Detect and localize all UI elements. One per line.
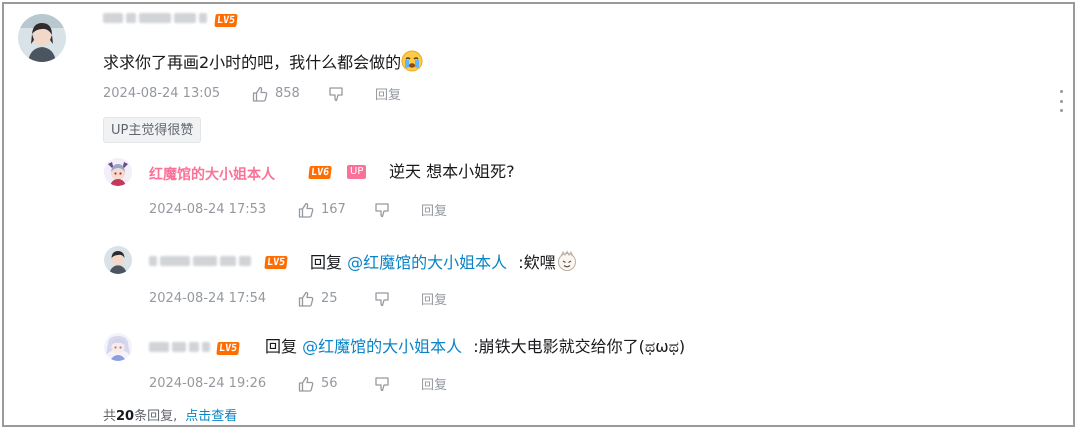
thumbs-down-icon bbox=[375, 291, 389, 306]
thumbs-down-icon bbox=[375, 202, 389, 217]
user-avatar-icon bbox=[104, 246, 132, 274]
mention-link[interactable]: @红魔馆的大小姐本人 bbox=[302, 337, 462, 356]
reply-date: 2024-08-24 17:54 bbox=[149, 291, 267, 306]
reply-text: :欸嘿 bbox=[518, 253, 556, 272]
level-badge: LV5 bbox=[216, 342, 240, 355]
up-avatar-icon bbox=[104, 158, 132, 186]
user-avatar-icon bbox=[104, 333, 132, 361]
thumbs-down-icon bbox=[375, 376, 389, 391]
reply-count-suffix: 条回复, bbox=[134, 409, 178, 424]
like-count: 167 bbox=[321, 202, 346, 217]
reply-content: 回复 @红魔馆的大小姐本人 :崩铁大电影就交给你了(ಥωಥ) bbox=[265, 336, 685, 358]
up-liked-tag: UP主觉得很赞 bbox=[103, 117, 202, 143]
reply-button[interactable]: 回复 bbox=[421, 374, 447, 393]
dislike-button[interactable] bbox=[373, 290, 421, 308]
like-count: 25 bbox=[321, 291, 338, 306]
like-button[interactable]: 56 bbox=[297, 375, 373, 393]
avatar[interactable] bbox=[104, 158, 132, 186]
reply-count: 20 bbox=[116, 409, 135, 424]
level-badge: LV6 bbox=[308, 166, 332, 179]
reply-date: 2024-08-24 17:53 bbox=[149, 202, 267, 217]
reply-text: :崩铁大电影就交给你了(ಥωಥ) bbox=[473, 337, 686, 356]
level-badge: LV5 bbox=[264, 256, 288, 269]
username-blurred[interactable] bbox=[149, 342, 210, 352]
comment-thread: LV5 求求你了再画2小时的吧，我什么都会做的 2024-08-24 13:05… bbox=[2, 2, 1075, 427]
thumbs-down-icon bbox=[329, 86, 343, 101]
dislike-button[interactable] bbox=[327, 85, 375, 103]
view-replies-link[interactable]: 点击查看 bbox=[185, 409, 237, 424]
dislike-button[interactable] bbox=[373, 375, 421, 393]
comment-meta: 2024-08-24 13:05 858 回复 bbox=[103, 84, 401, 103]
cheeky-face-emoji-icon bbox=[557, 250, 576, 271]
avatar[interactable] bbox=[104, 246, 132, 274]
username-blurred[interactable] bbox=[149, 256, 251, 266]
thumbs-up-icon bbox=[298, 202, 314, 218]
dislike-button[interactable] bbox=[373, 201, 421, 219]
like-button[interactable]: 167 bbox=[297, 201, 373, 219]
reply-word: 回复 bbox=[310, 253, 343, 272]
up-badge: UP bbox=[347, 165, 367, 179]
thumbs-up-icon bbox=[298, 376, 314, 392]
reply-meta: 2024-08-24 17:53 167 回复 bbox=[149, 200, 447, 219]
up-username[interactable]: 红魔馆的大小姐本人 bbox=[149, 164, 275, 184]
avatar[interactable] bbox=[18, 14, 66, 62]
username-blurred[interactable] bbox=[103, 13, 207, 23]
thumbs-up-icon bbox=[252, 86, 268, 102]
reply-date: 2024-08-24 19:26 bbox=[149, 376, 267, 391]
crying-face-emoji-icon bbox=[401, 50, 423, 72]
reply-button[interactable]: 回复 bbox=[375, 84, 401, 103]
avatar[interactable] bbox=[104, 333, 132, 361]
user-avatar-icon bbox=[18, 14, 66, 62]
reply-summary: 共20条回复, 点击查看 bbox=[103, 405, 237, 424]
like-button[interactable]: 25 bbox=[297, 290, 373, 308]
thumbs-up-icon bbox=[298, 291, 314, 307]
reply-content: 回复 @红魔馆的大小姐本人 :欸嘿 bbox=[310, 250, 578, 274]
comment-content: 求求你了再画2小时的吧，我什么都会做的 bbox=[103, 50, 423, 74]
more-options-icon[interactable] bbox=[1058, 90, 1064, 112]
comment-text: 求求你了再画2小时的吧，我什么都会做的 bbox=[103, 53, 402, 72]
reply-word: 回复 bbox=[265, 337, 298, 356]
reply-text: 逆天 想本小姐死? bbox=[389, 162, 515, 181]
level-badge: LV5 bbox=[214, 14, 238, 27]
comment-date: 2024-08-24 13:05 bbox=[103, 86, 221, 101]
like-count: 858 bbox=[275, 86, 300, 101]
reply-meta: 2024-08-24 19:26 56 回复 bbox=[149, 374, 447, 393]
mention-link[interactable]: @红魔馆的大小姐本人 bbox=[347, 253, 507, 272]
reply-count-prefix: 共 bbox=[103, 409, 117, 424]
reply-button[interactable]: 回复 bbox=[421, 200, 447, 219]
like-button[interactable]: 858 bbox=[251, 85, 327, 103]
reply-meta: 2024-08-24 17:54 25 回复 bbox=[149, 289, 447, 308]
like-count: 56 bbox=[321, 376, 338, 391]
reply-button[interactable]: 回复 bbox=[421, 289, 447, 308]
